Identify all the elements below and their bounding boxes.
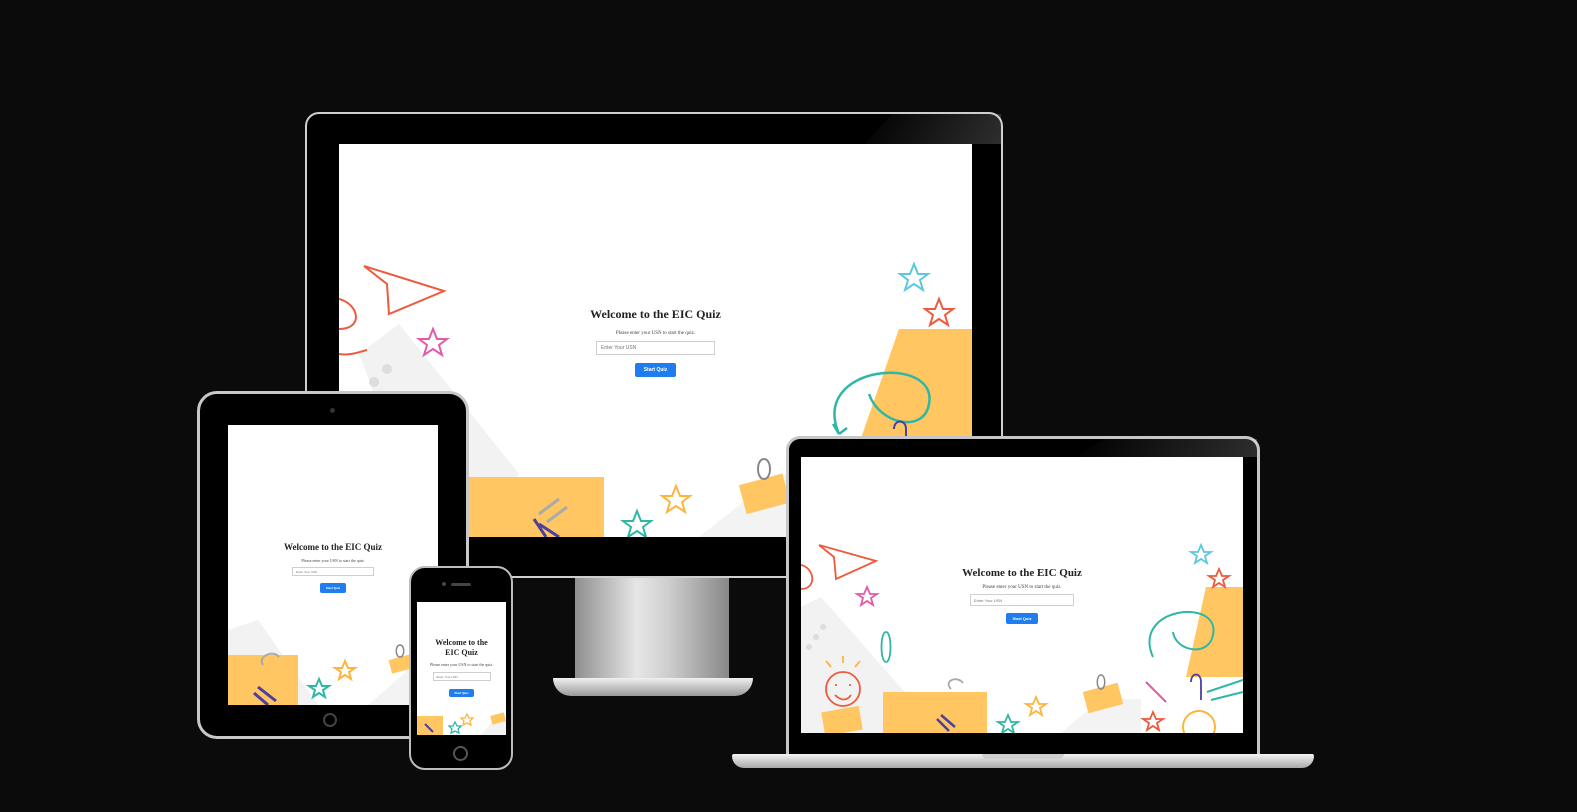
usn-input[interactable]: Enter Your USN [596, 341, 715, 355]
start-quiz-button[interactable]: Start Quiz [449, 689, 474, 697]
quiz-card: Welcome to the EIC Quiz Please enter you… [417, 638, 506, 699]
phone-speaker [451, 583, 471, 586]
monitor-stand-base [553, 678, 753, 696]
usn-input[interactable]: Enter Your USN [432, 672, 491, 681]
quiz-title: Welcome to the EIC Quiz [284, 542, 382, 552]
start-quiz-button[interactable]: Start Quiz [634, 363, 677, 377]
usn-input[interactable]: Enter Your USN [292, 567, 374, 576]
phone-screen: Welcome to the EIC Quiz Please enter you… [417, 602, 506, 735]
laptop-trackpad-notch [982, 754, 1064, 759]
phone-camera [442, 582, 446, 586]
quiz-title-line2: EIC Quiz [445, 648, 478, 657]
quiz-instruction: Please enter your USN to start the quiz. [982, 585, 1062, 590]
quiz-card: Welcome to the EIC Quiz Please enter you… [801, 567, 1243, 625]
start-quiz-button[interactable]: Start Quiz [319, 583, 347, 593]
quiz-card: Welcome to the EIC Quiz Please enter you… [339, 307, 972, 377]
quiz-instruction: Please enter your USN to start the quiz. [429, 662, 494, 667]
tablet-camera [330, 408, 335, 413]
usn-input[interactable]: Enter Your USN [970, 594, 1074, 606]
phone: Welcome to the EIC Quiz Please enter you… [409, 566, 513, 770]
laptop-screen: Welcome to the EIC Quiz Please enter you… [801, 457, 1243, 733]
quiz-card: Welcome to the EIC Quiz Please enter you… [228, 542, 438, 594]
tablet-home-button[interactable] [323, 713, 337, 727]
quiz-title: Welcome to the EIC Quiz [962, 567, 1082, 579]
quiz-title-line1: Welcome to the [435, 638, 488, 647]
mockup-canvas: { "quiz": { "title": "Welcome to the EIC… [0, 0, 1577, 812]
laptop-glare [1077, 439, 1257, 457]
quiz-instruction: Please enter your USN to start the quiz. [615, 331, 696, 336]
monitor-stand-neck [575, 578, 729, 682]
quiz-title: Welcome to the EIC Quiz [417, 638, 506, 658]
quiz-title: Welcome to the EIC Quiz [590, 307, 721, 321]
start-quiz-button[interactable]: Start Quiz [1005, 613, 1039, 624]
phone-home-button[interactable] [453, 746, 468, 761]
quiz-instruction: Please enter your USN to start the quiz. [301, 558, 365, 563]
tablet-screen: Welcome to the EIC Quiz Please enter you… [228, 425, 438, 705]
laptop: Welcome to the EIC Quiz Please enter you… [732, 436, 1314, 780]
